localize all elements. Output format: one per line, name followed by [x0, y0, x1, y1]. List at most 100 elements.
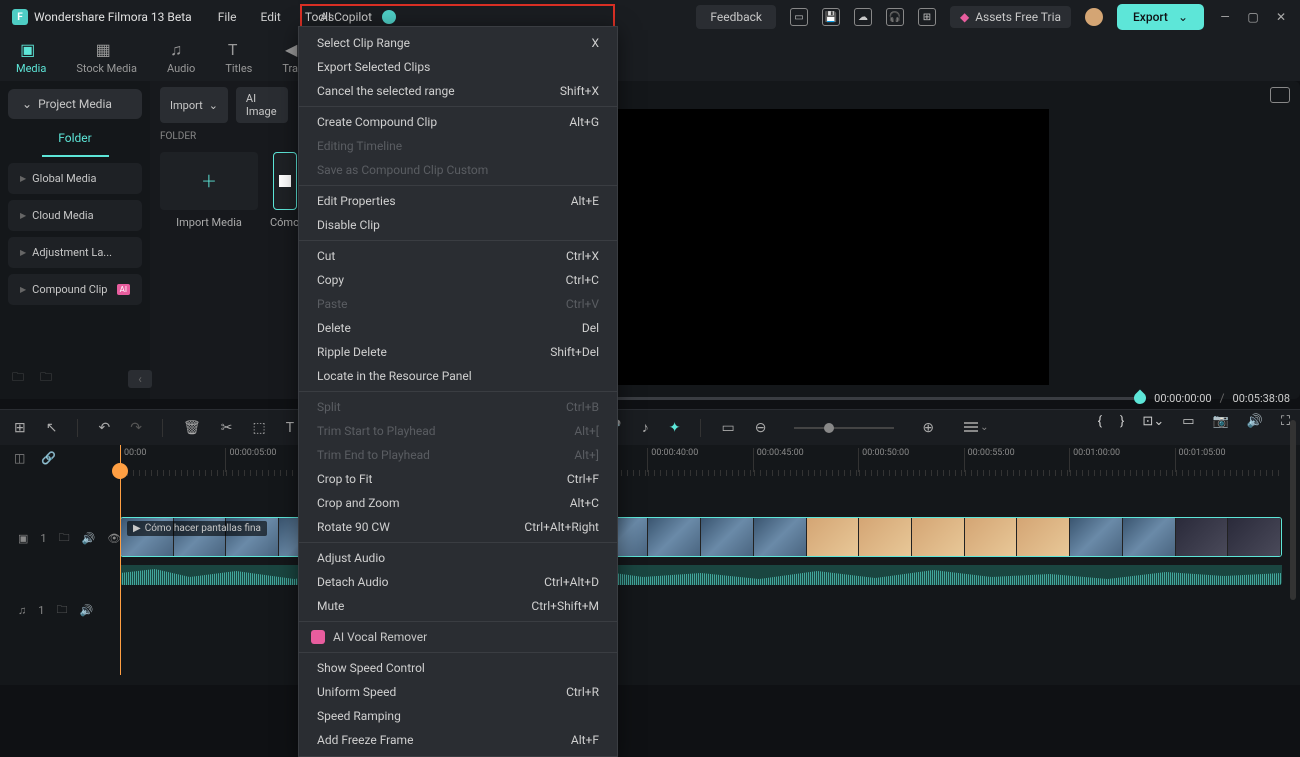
menu-item-adjust-audio[interactable]: Adjust Audio [299, 546, 617, 570]
video-track-icon[interactable]: ▣ [18, 532, 28, 545]
folder-heading: FOLDER [160, 131, 288, 142]
headphones-icon[interactable]: 🎧 [886, 8, 904, 26]
audio-track: ♫ 1 🗀 🔊 [0, 595, 1300, 625]
tab-media[interactable]: ▣ Media [16, 40, 46, 75]
link-icon[interactable]: 🔗 [41, 451, 56, 465]
zoom-out-icon[interactable]: ⊖ [755, 420, 767, 436]
menu-item-export-selected-clips[interactable]: Export Selected Clips [299, 55, 617, 79]
titles-icon: T [228, 40, 250, 58]
menu-item-detach-audio[interactable]: Detach AudioCtrl+Alt+D [299, 570, 617, 594]
cut-icon[interactable]: ✂ [221, 420, 233, 436]
video-clip[interactable]: ▶ Cómo hacer pantallas fina [120, 517, 1282, 557]
fullscreen-icon[interactable]: ⛶ [1281, 414, 1290, 429]
audio-waveform[interactable] [120, 565, 1282, 585]
assets-pill[interactable]: ◆ Assets Free Tria [950, 6, 1071, 28]
timeline: ◫ 🔗 00:0000:00:05:0000:00:10:0000:00:30:… [0, 445, 1300, 685]
new-bin-icon[interactable]: 🗀 [40, 368, 52, 389]
context-menu: Select Clip RangeXExport Selected ClipsC… [298, 26, 618, 757]
undo-icon[interactable]: ↶ [98, 420, 110, 436]
import-media-tile[interactable]: + Import Media [160, 152, 258, 229]
folder-tab[interactable]: Folder [42, 125, 109, 157]
brace-close-icon[interactable]: } [1120, 414, 1124, 429]
track-layout-icon[interactable]: ◫ [14, 451, 25, 465]
menu-item-delete[interactable]: DeleteDel [299, 316, 617, 340]
snapshot-icon[interactable] [1270, 87, 1290, 103]
delete-icon[interactable]: 🗑 [183, 420, 201, 436]
camera-icon[interactable]: 📷 [1213, 414, 1229, 429]
maximize-icon[interactable]: ▢ [1246, 10, 1260, 24]
collapse-sidebar-icon[interactable]: ‹ [128, 370, 152, 388]
menu-item-copy[interactable]: CopyCtrl+C [299, 268, 617, 292]
vertical-scrollbar[interactable] [1290, 420, 1296, 600]
save-icon[interactable]: 💾 [822, 8, 840, 26]
tab-titles[interactable]: T Titles [225, 40, 252, 75]
screen-icon[interactable]: ▭ [790, 8, 808, 26]
clip-label: ▶ Cómo hacer pantallas fina [127, 521, 267, 536]
video-canvas[interactable] [559, 109, 1049, 385]
zoom-slider[interactable] [794, 427, 894, 429]
text-icon[interactable]: T [286, 420, 294, 436]
volume-icon[interactable]: 🔊 [1247, 414, 1263, 429]
menu-item-create-compound-clip[interactable]: Create Compound ClipAlt+G [299, 110, 617, 134]
menu-item-rotate-90-cw[interactable]: Rotate 90 CWCtrl+Alt+Right [299, 515, 617, 539]
media-clip-tile[interactable]: Cómo [270, 152, 299, 229]
track-view-toggle[interactable]: ⌄ [964, 422, 988, 433]
music-icon[interactable]: ♪ [642, 419, 649, 436]
import-button[interactable]: Import⌄ [160, 87, 228, 123]
menu-item-cancel-the-selected-range[interactable]: Cancel the selected rangeShift+X [299, 79, 617, 103]
menu-item-uniform-speed[interactable]: Uniform SpeedCtrl+R [299, 680, 617, 704]
menu-edit[interactable]: Edit [261, 6, 281, 28]
feedback-button[interactable]: Feedback [696, 5, 776, 29]
sidebar-item-cloud-media[interactable]: ▶Cloud Media [8, 200, 142, 231]
project-media-dropdown[interactable]: ⌄ Project Media [8, 89, 142, 119]
menu-item-crop-to-fit[interactable]: Crop to FitCtrl+F [299, 467, 617, 491]
close-icon[interactable]: ✕ [1274, 10, 1288, 24]
cursor-icon[interactable]: ↖ [46, 420, 58, 436]
menu-file[interactable]: File [218, 6, 237, 28]
redo-icon[interactable]: ↷ [130, 420, 142, 436]
menu-ai-vocal-remover[interactable]: AI Vocal Remover [299, 625, 617, 649]
marker-icon[interactable]: ▭ [721, 420, 734, 436]
timeline-ruler[interactable]: 00:0000:00:05:0000:00:10:0000:00:30:0000… [120, 448, 1280, 472]
sidebar-item-global-media[interactable]: ▶Global Media [8, 163, 142, 194]
tab-audio[interactable]: ♫ Audio [167, 40, 195, 75]
menu-item-show-speed-control[interactable]: Show Speed Control [299, 656, 617, 680]
menu-item-ripple-delete[interactable]: Ripple DeleteShift+Del [299, 340, 617, 364]
audio-track-icon[interactable]: ♫ [18, 604, 26, 617]
menu-item-speed-ramping[interactable]: Speed Ramping [299, 704, 617, 728]
sidebar-item-adjustment[interactable]: ▶Adjustment La... [8, 237, 142, 268]
display-icon[interactable]: ▭ [1182, 414, 1194, 429]
menu-item-locate-in-the-resource-panel[interactable]: Locate in the Resource Panel [299, 364, 617, 388]
menu-item-disable-clip[interactable]: Disable Clip [299, 213, 617, 237]
menu-item-edit-properties[interactable]: Edit PropertiesAlt+E [299, 189, 617, 213]
zoom-in-icon[interactable]: ⊕ [922, 420, 934, 436]
tab-stock-media[interactable]: ▦ Stock Media [76, 40, 137, 75]
titlebar: F Wondershare Filmora 13 Beta File Edit … [0, 0, 1300, 34]
brace-open-icon[interactable]: { [1098, 414, 1102, 429]
cloud-icon[interactable]: ☁ [854, 8, 872, 26]
minimize-icon[interactable]: — [1218, 10, 1232, 24]
chevron-down-icon: ⌄ [22, 97, 32, 111]
crop-icon[interactable]: ⬚ [252, 420, 265, 436]
mute-icon[interactable]: 🔊 [82, 532, 96, 545]
mute-icon[interactable]: 🔊 [79, 604, 93, 617]
menu-item-mute[interactable]: MuteCtrl+Shift+M [299, 594, 617, 618]
folder-icon[interactable]: 🗀 [56, 601, 67, 620]
sidebar-item-compound[interactable]: ▶Compound ClipAI [8, 274, 142, 305]
new-folder-icon[interactable]: 🗀 [12, 368, 24, 389]
grid-icon[interactable]: ⊞ [918, 8, 936, 26]
menu-item-select-clip-range[interactable]: Select Clip RangeX [299, 31, 617, 55]
ratio-icon[interactable]: ⊡⌄ [1142, 414, 1164, 429]
ai-image-button[interactable]: AI Image [236, 87, 288, 123]
grid-view-icon[interactable]: ⊞ [14, 420, 26, 436]
menu-item-add-freeze-frame[interactable]: Add Freeze FrameAlt+F [299, 728, 617, 752]
avatar[interactable] [1085, 8, 1103, 26]
menu-item-cut[interactable]: CutCtrl+X [299, 244, 617, 268]
sparkle-icon[interactable]: ✦ [669, 420, 681, 436]
playhead[interactable] [120, 445, 121, 675]
assets-label: Assets Free Tria [975, 10, 1061, 24]
export-button[interactable]: Export ⌄ [1117, 4, 1204, 30]
menu-item-crop-and-zoom[interactable]: Crop and ZoomAlt+C [299, 491, 617, 515]
seek-end-handle[interactable] [1132, 389, 1149, 406]
folder-icon[interactable]: 🗀 [59, 529, 70, 548]
